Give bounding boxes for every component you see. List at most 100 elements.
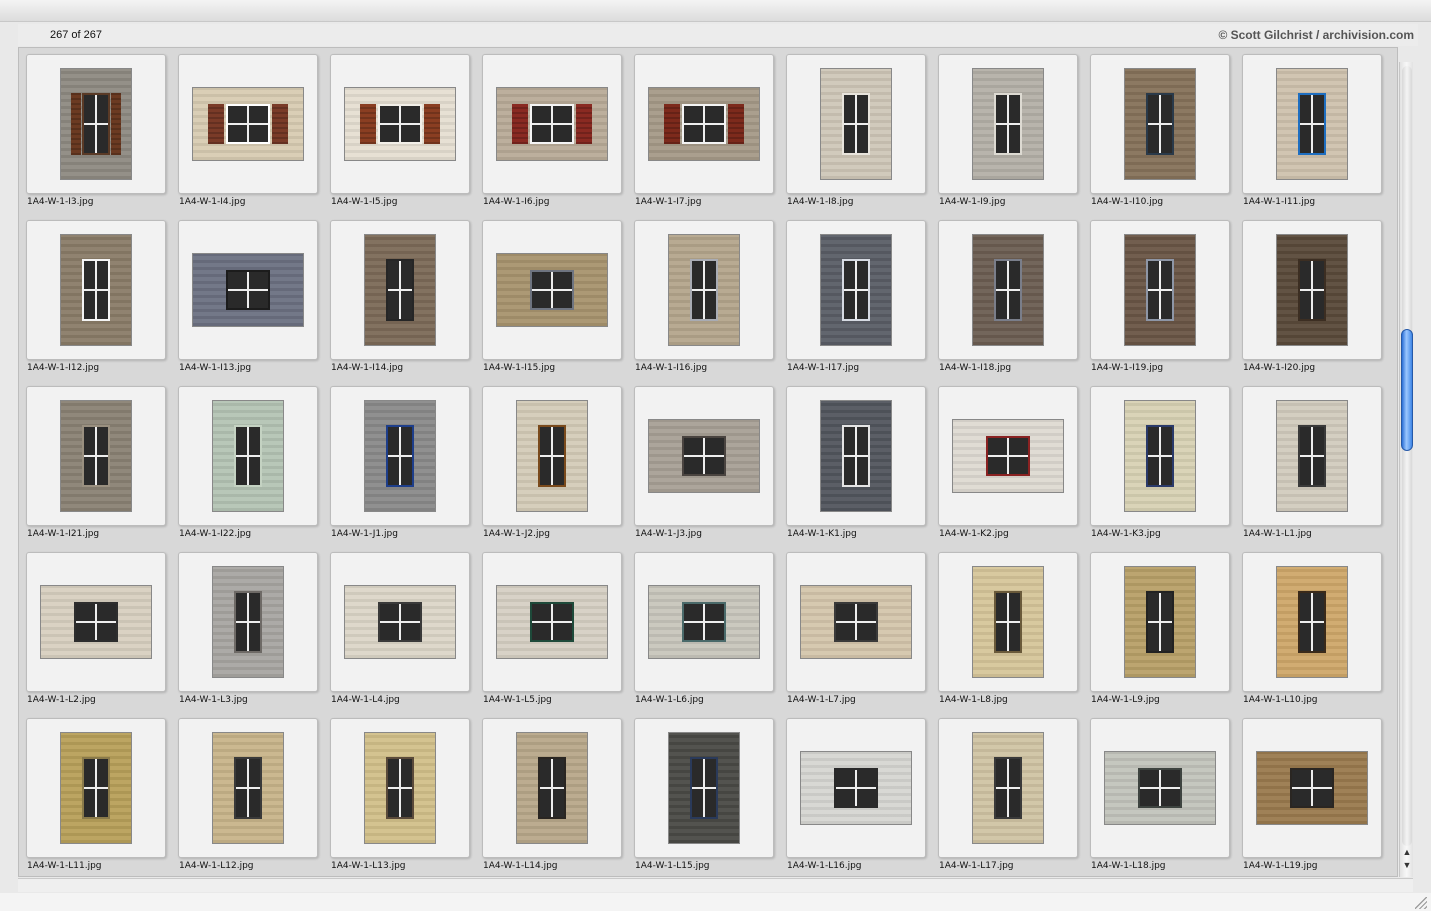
thumbnail-item[interactable]: 1A4-W-1-L1.jpg [1236,380,1388,546]
thumbnail-item[interactable]: 1A4-W-1-I20.jpg [1236,214,1388,380]
thumbnail-item[interactable]: 1A4-W-1-L2.jpg [20,546,172,712]
thumbnail-item[interactable]: 1A4-W-1-L15.jpg [628,712,780,876]
thumbnail-frame[interactable] [178,386,318,526]
thumbnail-image[interactable] [192,253,304,327]
thumbnail-item[interactable]: 1A4-W-1-J1.jpg [324,380,476,546]
thumbnail-image[interactable] [60,400,132,512]
thumbnail-frame[interactable] [482,54,622,194]
thumbnail-frame[interactable] [1090,386,1230,526]
thumbnail-frame[interactable] [1242,54,1382,194]
thumbnail-item[interactable]: 1A4-W-1-I13.jpg [172,214,324,380]
thumbnail-image[interactable] [364,732,436,844]
thumbnail-frame[interactable] [26,552,166,692]
thumbnail-item[interactable]: 1A4-W-1-L18.jpg [1084,712,1236,876]
thumbnail-image[interactable] [516,732,588,844]
thumbnail-image[interactable] [1276,68,1348,180]
thumbnail-image[interactable] [1124,68,1196,180]
thumbnail-frame[interactable] [330,552,470,692]
thumbnail-item[interactable]: 1A4-W-1-L5.jpg [476,546,628,712]
thumbnail-frame[interactable] [482,220,622,360]
vertical-scrollbar[interactable]: ▲ ▼ [1399,62,1413,877]
thumbnail-frame[interactable] [482,386,622,526]
thumbnail-frame[interactable] [1090,552,1230,692]
thumbnail-frame[interactable] [330,386,470,526]
thumbnail-item[interactable]: 1A4-W-1-I12.jpg [20,214,172,380]
thumbnail-item[interactable]: 1A4-W-1-L16.jpg [780,712,932,876]
thumbnail-image[interactable] [1276,234,1348,346]
thumbnail-item[interactable]: 1A4-W-1-I3.jpg [20,48,172,214]
scroll-up-arrow-icon[interactable]: ▲ [1402,846,1412,858]
thumbnail-image[interactable] [648,87,760,161]
thumbnail-frame[interactable] [938,54,1078,194]
thumbnail-item[interactable]: 1A4-W-1-I4.jpg [172,48,324,214]
thumbnail-image[interactable] [60,68,132,180]
thumbnail-frame[interactable] [634,552,774,692]
thumbnail-image[interactable] [212,400,284,512]
thumbnail-frame[interactable] [1090,220,1230,360]
thumbnail-frame[interactable] [938,718,1078,858]
thumbnail-item[interactable]: 1A4-W-1-J2.jpg [476,380,628,546]
thumbnail-item[interactable]: 1A4-W-1-I16.jpg [628,214,780,380]
thumbnail-item[interactable]: 1A4-W-1-L4.jpg [324,546,476,712]
thumbnail-item[interactable]: 1A4-W-1-I15.jpg [476,214,628,380]
thumbnail-item[interactable]: 1A4-W-1-L3.jpg [172,546,324,712]
scroll-track[interactable] [1402,66,1412,846]
thumbnail-item[interactable]: 1A4-W-1-I8.jpg [780,48,932,214]
thumbnail-item[interactable]: 1A4-W-1-L12.jpg [172,712,324,876]
thumbnail-item[interactable]: 1A4-W-1-K2.jpg [932,380,1084,546]
thumbnail-item[interactable]: 1A4-W-1-I6.jpg [476,48,628,214]
thumbnail-image[interactable] [40,585,152,659]
thumbnail-item[interactable]: 1A4-W-1-L7.jpg [780,546,932,712]
thumbnail-frame[interactable] [1242,718,1382,858]
thumbnail-frame[interactable] [786,552,926,692]
thumbnail-item[interactable]: 1A4-W-1-K3.jpg [1084,380,1236,546]
thumbnail-image[interactable] [192,87,304,161]
thumbnail-image[interactable] [496,253,608,327]
thumbnail-frame[interactable] [786,718,926,858]
thumbnail-item[interactable]: 1A4-W-1-I7.jpg [628,48,780,214]
thumbnail-item[interactable]: 1A4-W-1-I18.jpg [932,214,1084,380]
thumbnail-image[interactable] [972,234,1044,346]
thumbnail-frame[interactable] [786,54,926,194]
thumbnail-image[interactable] [1276,400,1348,512]
thumbnail-image[interactable] [820,68,892,180]
thumbnail-image[interactable] [1124,234,1196,346]
thumbnail-frame[interactable] [330,220,470,360]
thumbnail-image[interactable] [668,234,740,346]
thumbnail-item[interactable]: 1A4-W-1-L17.jpg [932,712,1084,876]
thumbnail-frame[interactable] [178,220,318,360]
thumbnail-frame[interactable] [786,220,926,360]
thumbnail-image[interactable] [344,585,456,659]
thumbnail-item[interactable]: 1A4-W-1-I14.jpg [324,214,476,380]
thumbnail-item[interactable]: 1A4-W-1-L6.jpg [628,546,780,712]
thumbnail-image[interactable] [60,234,132,346]
thumbnail-frame[interactable] [482,552,622,692]
thumbnail-frame[interactable] [634,386,774,526]
thumbnail-image[interactable] [496,585,608,659]
thumbnail-image[interactable] [1104,751,1216,825]
resize-grip-icon[interactable] [1415,897,1427,909]
thumbnail-frame[interactable] [938,386,1078,526]
thumbnail-frame[interactable] [786,386,926,526]
thumbnail-frame[interactable] [26,54,166,194]
thumbnail-image[interactable] [212,566,284,678]
thumbnail-image[interactable] [60,732,132,844]
thumbnail-frame[interactable] [1242,552,1382,692]
thumbnail-frame[interactable] [1090,54,1230,194]
thumbnail-image[interactable] [972,732,1044,844]
thumbnail-image[interactable] [668,732,740,844]
thumbnail-item[interactable]: 1A4-W-1-L13.jpg [324,712,476,876]
thumbnail-frame[interactable] [938,552,1078,692]
thumbnail-item[interactable]: 1A4-W-1-I17.jpg [780,214,932,380]
thumbnail-frame[interactable] [26,718,166,858]
thumbnail-frame[interactable] [330,718,470,858]
thumbnail-item[interactable]: 1A4-W-1-I19.jpg [1084,214,1236,380]
thumbnail-image[interactable] [648,419,760,493]
thumbnail-frame[interactable] [1242,386,1382,526]
thumbnail-item[interactable]: 1A4-W-1-I9.jpg [932,48,1084,214]
thumbnail-image[interactable] [800,585,912,659]
thumbnail-image[interactable] [972,566,1044,678]
thumbnail-frame[interactable] [178,552,318,692]
thumbnail-image[interactable] [364,400,436,512]
thumbnail-frame[interactable] [634,54,774,194]
